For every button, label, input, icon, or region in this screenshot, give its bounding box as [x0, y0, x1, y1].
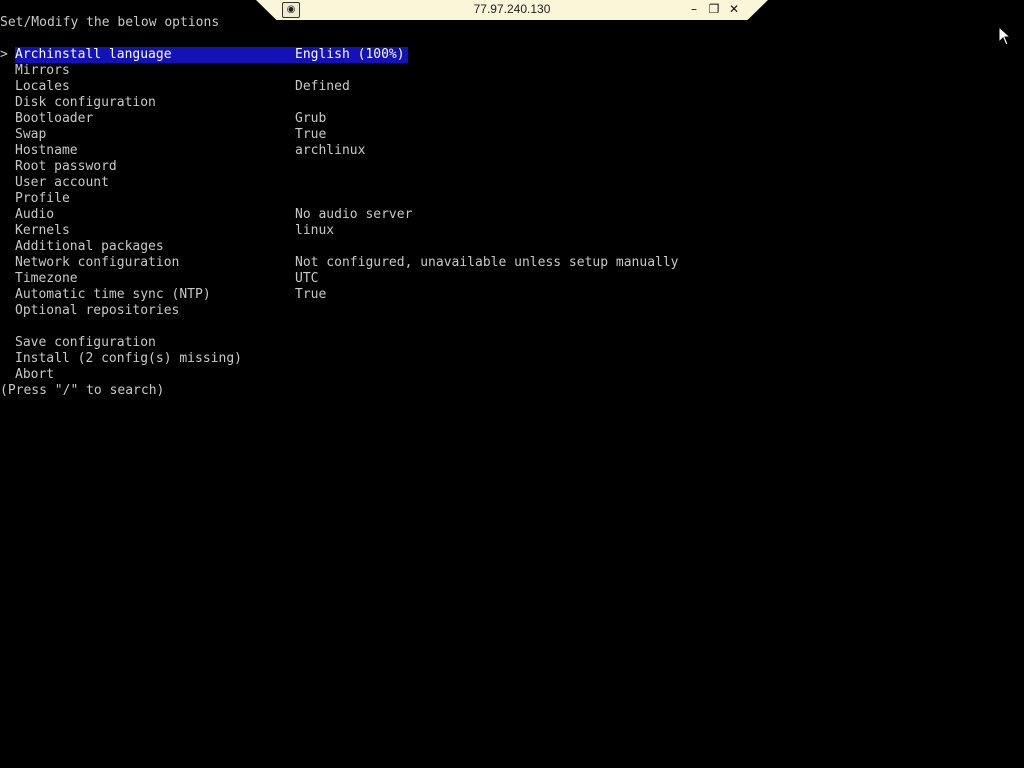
- menu-item-label: Audio: [15, 207, 55, 222]
- close-icon[interactable]: ✕: [726, 1, 742, 17]
- terminal-screen[interactable]: Set/Modify the below options > Archinsta…: [0, 0, 1024, 768]
- menu-item-locales[interactable]: Locales Defined: [0, 79, 1000, 95]
- menu-item-value: linux: [295, 223, 335, 238]
- cursor-indicator: >: [0, 47, 8, 62]
- menu-item-label: Disk configuration: [15, 95, 156, 110]
- menu-item-value: Defined: [295, 79, 350, 94]
- menu-item-label: User account: [15, 175, 109, 190]
- menu-item-bootloader[interactable]: Bootloader Grub: [0, 111, 1000, 127]
- menu-action-label: Install (2 config(s) missing): [15, 351, 242, 366]
- menu-item-label: Timezone: [15, 271, 78, 286]
- menu-item-label: Mirrors: [15, 63, 70, 78]
- menu-item-value: Not configured, unavailable unless setup…: [295, 255, 679, 270]
- mouse-pointer-icon: [998, 26, 1012, 46]
- menu-item-label: Kernels: [15, 223, 70, 238]
- menu-action-label: Abort: [15, 367, 55, 382]
- menu-item-label: Automatic time sync (NTP): [15, 287, 211, 302]
- menu-item-label: Hostname: [15, 143, 78, 158]
- menu-item-label: Swap: [15, 127, 47, 142]
- menu-action-install[interactable]: Install (2 config(s) missing): [0, 351, 1000, 367]
- menu-action-abort[interactable]: Abort: [0, 367, 1000, 383]
- menu-item-label: Archinstall language: [15, 47, 176, 63]
- menu-item-profile[interactable]: Profile: [0, 191, 1000, 207]
- minimize-icon[interactable]: –: [686, 1, 702, 17]
- menu-item-user-account[interactable]: User account: [0, 175, 1000, 191]
- menu-item-label: Bootloader: [15, 111, 94, 126]
- menu-item-label: Additional packages: [15, 239, 164, 254]
- search-hint: (Press "/" to search): [0, 383, 165, 398]
- menu-item-label: Locales: [15, 79, 70, 94]
- menu-item-swap[interactable]: Swap True: [0, 127, 1000, 143]
- menu-item-label: Optional repositories: [15, 303, 180, 318]
- menu-item-value: archlinux: [295, 143, 366, 158]
- menu-item-network-configuration[interactable]: Network configuration Not configured, un…: [0, 255, 1000, 271]
- menu-item-value: UTC: [295, 271, 319, 286]
- remote-session-toolbar: ◉ 77.97.240.130 – ❐ ✕: [256, 0, 768, 20]
- menu-item-audio[interactable]: Audio No audio server: [0, 207, 1000, 223]
- menu-item-mirrors[interactable]: Mirrors: [0, 63, 1000, 79]
- menu-item-archinstall-language[interactable]: > Archinstall language English (100%): [0, 47, 1000, 63]
- menu-item-value: True: [295, 287, 327, 302]
- menu-item-value: No audio server: [295, 207, 413, 222]
- menu-item-label: Profile: [15, 191, 70, 206]
- restore-icon[interactable]: ❐: [706, 1, 722, 17]
- menu-item-root-password[interactable]: Root password: [0, 159, 1000, 175]
- menu-item-optional-repositories[interactable]: Optional repositories: [0, 303, 1000, 319]
- menu-item-value: Grub: [295, 111, 327, 126]
- menu-action-label: Save configuration: [15, 335, 156, 350]
- menu-item-label: Network configuration: [15, 255, 180, 270]
- menu-item-automatic-time-sync[interactable]: Automatic time sync (NTP) True: [0, 287, 1000, 303]
- menu-action-save-configuration[interactable]: Save configuration: [0, 335, 1000, 351]
- menu-item-value: English (100%): [295, 47, 405, 63]
- menu-item-disk-configuration[interactable]: Disk configuration: [0, 95, 1000, 111]
- menu-item-additional-packages[interactable]: Additional packages: [0, 239, 1000, 255]
- menu-item-label: Root password: [15, 159, 117, 174]
- menu-item-kernels[interactable]: Kernels linux: [0, 223, 1000, 239]
- menu-item-hostname[interactable]: Hostname archlinux: [0, 143, 1000, 159]
- menu-item-value: True: [295, 127, 327, 142]
- options-menu[interactable]: > Archinstall language English (100%) Mi…: [0, 0, 1024, 400]
- menu-item-timezone[interactable]: Timezone UTC: [0, 271, 1000, 287]
